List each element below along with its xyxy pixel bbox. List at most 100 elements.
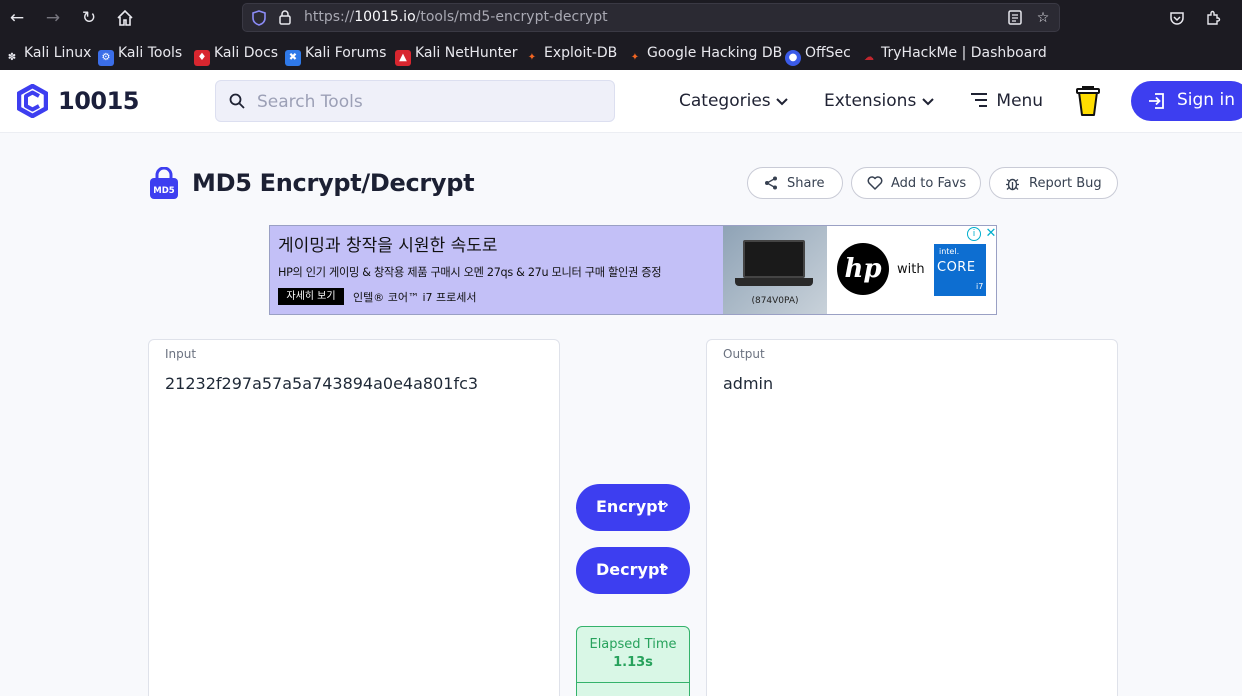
ad-subtext: 인텔® 코어™ i7 프로세서 xyxy=(353,291,477,304)
ghdb-icon: ✦ xyxy=(630,52,640,63)
decrypt-button[interactable]: Decrypt › xyxy=(576,547,690,594)
bookmark-google-hacking-db[interactable]: ✦ Google Hacking DB xyxy=(627,44,782,66)
kali-tools-icon: ⚙ xyxy=(98,50,114,66)
add-to-favs-button[interactable]: Add to Favs xyxy=(851,167,981,199)
bug-icon xyxy=(1006,178,1019,191)
url-domain: 10015.io xyxy=(354,9,416,25)
chevron-right-icon: › xyxy=(663,560,669,576)
offsec-icon: ● xyxy=(785,50,801,66)
logo-icon[interactable] xyxy=(17,84,48,118)
elapsed-time-box: Elapsed Time 1.13s xyxy=(576,626,690,696)
input-textarea[interactable]: 21232f297a57a5a743894a0e4a801fc3 xyxy=(165,374,478,393)
ad-brand-area: hp with intel. CORE i7 i ✕ xyxy=(827,226,996,314)
bookmark-label: Kali Linux xyxy=(24,45,92,61)
pocket-icon[interactable] xyxy=(1165,6,1189,30)
encrypt-label: Encrypt xyxy=(596,497,666,516)
laptop-screen xyxy=(743,240,805,278)
extensions-dropdown[interactable]: Extensions xyxy=(824,91,934,111)
sign-in-label: Sign in xyxy=(1177,90,1235,110)
md5-icon-label: MD5 xyxy=(153,186,175,196)
bookmark-label: TryHackMe | Dashboard xyxy=(881,45,1047,61)
bookmark-label: OffSec xyxy=(805,45,851,61)
logo-text[interactable]: 10015 xyxy=(58,87,140,115)
exploit-db-icon: ✦ xyxy=(527,52,537,63)
report-bug-label: Report Bug xyxy=(1029,176,1102,191)
tryhackme-icon: ☁ xyxy=(864,52,874,63)
bookmark-star-icon[interactable]: ☆ xyxy=(1035,10,1051,26)
output-textarea[interactable]: admin xyxy=(723,374,773,393)
ad-with: with xyxy=(897,262,925,277)
bookmark-offsec[interactable]: ● OffSec xyxy=(785,44,851,66)
output-panel[interactable]: Output admin xyxy=(706,339,1118,696)
hamburger-icon xyxy=(971,93,987,107)
elapsed-time-value: 1.13s xyxy=(613,655,653,670)
page-title: MD5 Encrypt/Decrypt xyxy=(192,169,475,197)
reload-icon[interactable]: ↻ xyxy=(77,6,101,30)
chevron-down-icon xyxy=(776,98,788,106)
kali-docs-icon: ♦ xyxy=(194,50,210,66)
intel-label: intel. xyxy=(939,247,960,256)
ad-body: HP의 인기 게이밍 & 창작용 제품 구매시 오멘 27qs & 27u 모니… xyxy=(278,266,662,279)
ad-info-icon[interactable]: i xyxy=(967,227,981,241)
input-label: Input xyxy=(165,347,197,361)
bookmark-label: Kali Forums xyxy=(305,45,387,61)
menu-label: Menu xyxy=(996,91,1044,111)
input-panel[interactable]: Input 21232f297a57a5a743894a0e4a801fc3 xyxy=(148,339,560,696)
url-bar[interactable]: https://10015.io/tools/md5-encrypt-decry… xyxy=(242,3,1060,32)
share-label: Share xyxy=(787,176,825,191)
bookmark-kali-nethunter[interactable]: ▲ Kali NetHunter xyxy=(395,44,517,66)
bookmark-kali-tools[interactable]: ⚙ Kali Tools xyxy=(98,44,182,66)
bookmark-kali-linux[interactable]: ✽ Kali Linux xyxy=(4,44,92,66)
ad-laptop-image: (874V0PA) xyxy=(723,226,827,314)
divider xyxy=(577,682,689,683)
extensions-icon[interactable] xyxy=(1201,6,1225,30)
url-text[interactable]: https://10015.io/tools/md5-encrypt-decry… xyxy=(304,9,608,25)
coffee-cup-icon[interactable] xyxy=(1076,85,1100,117)
hp-logo: hp xyxy=(837,243,889,295)
search-placeholder: Search Tools xyxy=(257,92,363,112)
nethunter-icon: ▲ xyxy=(395,50,411,66)
url-prefix: https:// xyxy=(304,9,355,25)
bookmark-kali-forums[interactable]: ✖ Kali Forums xyxy=(285,44,386,66)
ad-close-icon[interactable]: ✕ xyxy=(984,226,996,241)
encrypt-button[interactable]: Encrypt › xyxy=(576,484,690,531)
forward-icon[interactable]: → xyxy=(41,6,65,30)
bookmark-tryhackme[interactable]: ☁ TryHackMe | Dashboard xyxy=(861,44,1047,66)
elapsed-time-label: Elapsed Time xyxy=(589,637,677,652)
sign-in-icon xyxy=(1149,93,1164,109)
add-to-favs-label: Add to Favs xyxy=(891,176,967,191)
share-button[interactable]: Share xyxy=(747,167,843,199)
categories-dropdown[interactable]: Categories xyxy=(679,91,788,111)
core-label: CORE xyxy=(937,260,976,275)
intel-badge: intel. CORE i7 xyxy=(934,244,986,296)
browser-chrome: ← → ↻ https://10015.io/tools/md5-encrypt… xyxy=(0,0,1242,70)
report-bug-button[interactable]: Report Bug xyxy=(989,167,1118,199)
back-icon[interactable]: ← xyxy=(5,6,29,30)
menu-button[interactable]: Menu xyxy=(970,91,1043,111)
bookmark-label: Kali Tools xyxy=(118,45,183,61)
md5-lock-icon: MD5 xyxy=(150,167,178,199)
extensions-label: Extensions xyxy=(824,91,917,111)
shield-icon[interactable] xyxy=(251,10,267,26)
bookmark-label: Google Hacking DB xyxy=(647,45,783,61)
sign-in-button[interactable]: Sign in xyxy=(1131,81,1242,121)
ad-cta-button[interactable]: 자세히 보기 xyxy=(278,288,344,305)
home-icon[interactable] xyxy=(113,6,137,30)
bookmark-label: Kali NetHunter xyxy=(415,45,518,61)
url-path: /tools/md5-encrypt-decrypt xyxy=(415,9,608,25)
bookmark-exploit-db[interactable]: ✦ Exploit-DB xyxy=(524,44,618,66)
ad-headline: 게이밍과 창작을 시원한 속도로 xyxy=(278,236,498,256)
kali-dragon-icon: ✽ xyxy=(7,52,17,63)
output-label: Output xyxy=(723,347,765,361)
kali-forums-icon: ✖ xyxy=(285,50,301,66)
categories-label: Categories xyxy=(679,91,771,111)
bookmark-kali-docs[interactable]: ♦ Kali Docs xyxy=(194,44,278,66)
bookmark-label: Kali Docs xyxy=(214,45,279,61)
i7-label: i7 xyxy=(976,282,984,291)
lock-icon[interactable] xyxy=(277,10,293,26)
heart-icon xyxy=(867,176,883,190)
bookmarks-bar: ✽ Kali Linux ⚙ Kali Tools ♦ Kali Docs ✖ Kali… xyxy=(0,41,1242,66)
ad-banner[interactable]: 게이밍과 창작을 시원한 속도로 HP의 인기 게이밍 & 창작용 제품 구매시… xyxy=(269,225,997,315)
search-input[interactable]: Search Tools xyxy=(215,80,615,122)
reader-view-icon[interactable] xyxy=(1007,10,1023,26)
